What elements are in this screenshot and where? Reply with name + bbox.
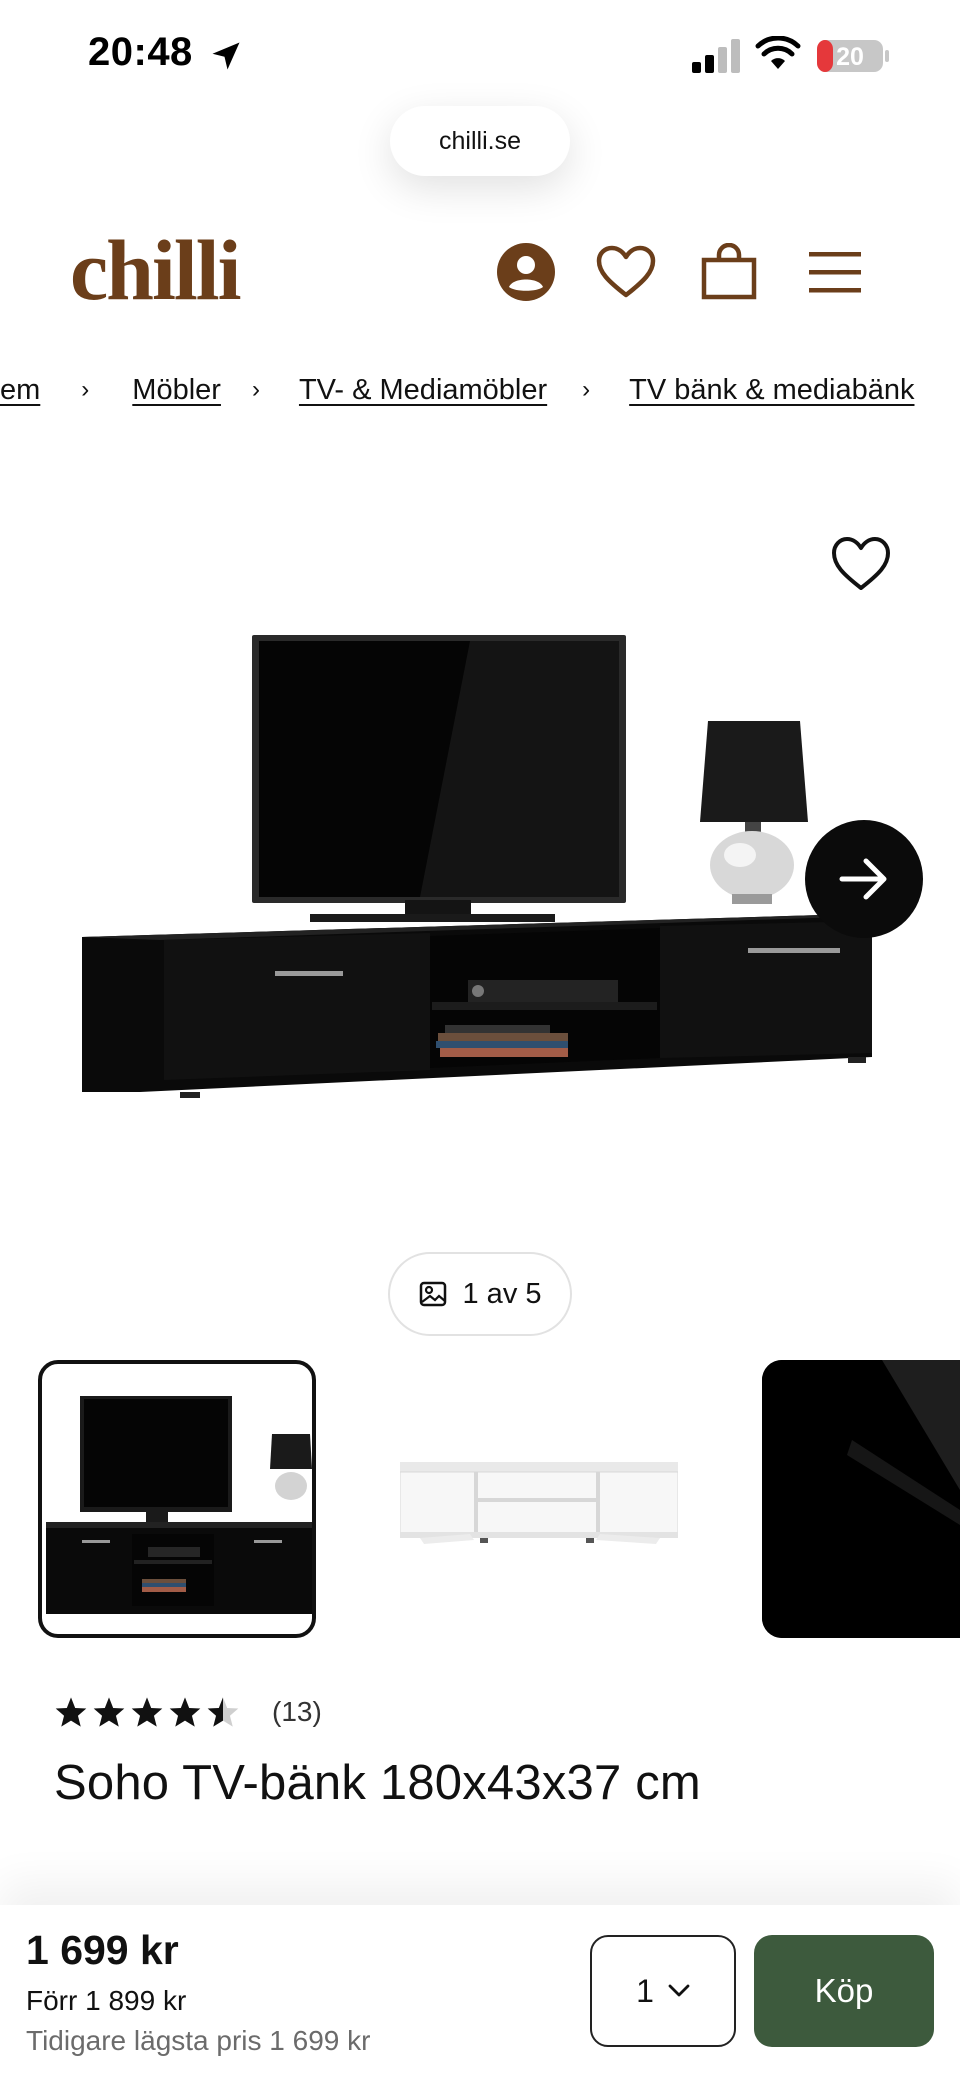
wifi-icon (755, 36, 801, 69)
heart-icon (596, 245, 656, 298)
thumbnail-2-image (400, 1462, 678, 1544)
previous-price: Förr 1 899 kr (26, 1985, 187, 2016)
battery-level: 20 (836, 43, 864, 71)
menu-button[interactable] (803, 240, 867, 304)
chevron-down-icon (668, 1984, 690, 1997)
breadcrumb: em › Möbler › TV- & Mediamöbler › TV bän… (0, 370, 914, 410)
breadcrumb-separator: › (81, 376, 90, 403)
lowest-previous-price: Tidigare lägsta pris 1 699 kr (26, 2025, 371, 2056)
image-icon (419, 1281, 446, 1307)
thumbnail-2[interactable] (400, 1360, 678, 1638)
product-rating[interactable]: (13) (54, 1696, 322, 1728)
image-counter: 1 av 5 (388, 1252, 572, 1336)
buy-button[interactable]: Köp (754, 1935, 934, 2047)
thumbnail-3-image (762, 1360, 960, 1638)
account-icon (497, 243, 555, 301)
breadcrumb-separator: › (582, 376, 591, 403)
thumbnail-1[interactable] (38, 1360, 316, 1638)
image-counter-text: 1 av 5 (462, 1277, 542, 1310)
url-text: chilli.se (439, 126, 521, 155)
thumbnail-1-image (46, 1396, 312, 1614)
breadcrumb-item-tv-bank[interactable]: TV bänk & mediabänk (629, 374, 914, 407)
star-half-icon (207, 1697, 239, 1727)
account-button[interactable] (494, 240, 558, 304)
rating-stars (54, 1696, 240, 1728)
thumbnail-3[interactable] (762, 1360, 960, 1638)
star-icon (169, 1697, 201, 1727)
buy-bar: 1 699 kr Förr 1 899 kr Tidigare lägsta p… (0, 1905, 960, 2077)
signal-icon (692, 39, 740, 73)
cart-icon (701, 243, 757, 300)
status-bar: 20:48 20 (0, 0, 960, 110)
breadcrumb-item-mobler[interactable]: Möbler (132, 374, 221, 407)
menu-icon (809, 252, 861, 293)
battery-icon: 20 (817, 40, 889, 72)
product-price: 1 699 kr (26, 1927, 179, 1973)
brand-logo[interactable]: chilli (70, 220, 242, 320)
star-icon (131, 1697, 163, 1727)
star-icon (55, 1697, 87, 1727)
product-title: Soho TV-bänk 180x43x37 cm (54, 1756, 701, 1810)
location-arrow-icon (212, 42, 240, 70)
breadcrumb-separator: › (251, 376, 260, 403)
quantity-select[interactable]: 1 (590, 1935, 736, 2047)
review-count[interactable]: (13) (272, 1696, 322, 1728)
status-time: 20:48 (88, 30, 193, 74)
star-icon (93, 1697, 125, 1727)
cart-button[interactable] (697, 240, 761, 304)
url-bar[interactable]: chilli.se (390, 106, 570, 176)
quantity-value: 1 (636, 1972, 654, 2009)
next-image-button[interactable] (805, 820, 923, 938)
breadcrumb-item-home[interactable]: em (0, 374, 40, 407)
arrow-right-icon (839, 858, 887, 900)
breadcrumb-item-tv-mediamobler[interactable]: TV- & Mediamöbler (299, 374, 547, 407)
wishlist-overlay-heart-icon[interactable] (831, 536, 891, 592)
wishlist-button[interactable] (594, 240, 658, 304)
